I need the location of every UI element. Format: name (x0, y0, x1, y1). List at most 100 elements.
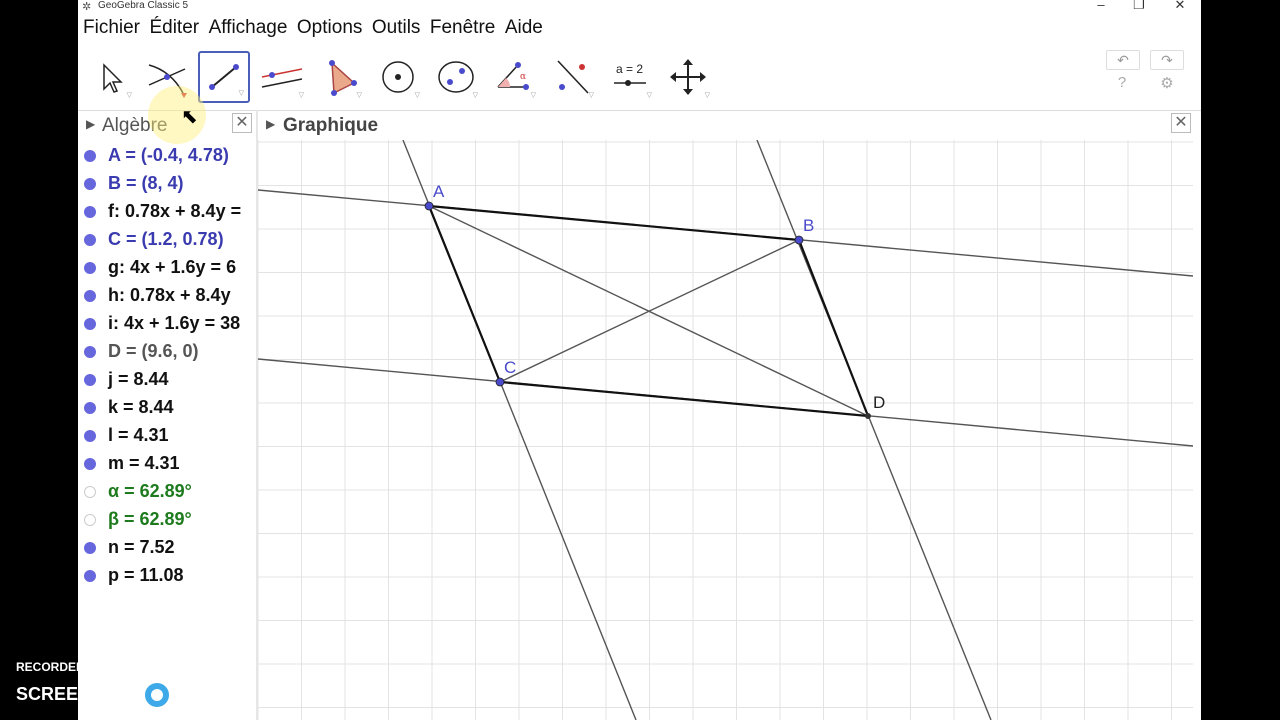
move-tool-button[interactable]: ▽ (84, 51, 136, 103)
visibility-toggle-icon[interactable] (84, 318, 96, 330)
algebra-item-text: A = (-0.4, 4.78) (108, 145, 229, 165)
redo-button[interactable]: ↷ (1150, 50, 1184, 70)
algebra-item[interactable]: k = 8.44 (78, 394, 256, 422)
reflect-tool-button[interactable]: ▽ (546, 51, 598, 103)
visibility-toggle-icon[interactable] (84, 430, 96, 442)
visibility-toggle-icon[interactable] (84, 570, 96, 582)
visibility-toggle-icon[interactable] (84, 514, 96, 526)
svg-text:α: α (520, 72, 526, 82)
collapse-caret-icon[interactable]: ▶ (86, 117, 95, 131)
graphics-close-button[interactable]: ✕ (1171, 113, 1191, 133)
slider-tool-button[interactable]: a = 2 ▽ (604, 51, 656, 103)
angle-tool-button[interactable]: α ▽ (488, 51, 540, 103)
title-bar: ✲ GeoGebra Classic 5 – ❐ ✕ (78, 0, 1201, 14)
menu-fichier[interactable]: Fichier (83, 17, 140, 39)
menu-options[interactable]: Options (297, 17, 362, 39)
line-i[interactable] (756, 140, 992, 720)
algebra-item[interactable]: α = 62.89° (78, 478, 256, 506)
polygon-tool-button[interactable]: ▽ (314, 51, 366, 103)
segment-cd[interactable] (499, 380, 869, 418)
app-logo-icon: ✲ (82, 1, 92, 13)
algebra-item[interactable]: D = (9.6, 0) (78, 338, 256, 366)
undo-button[interactable]: ↶ (1106, 50, 1140, 70)
visibility-toggle-icon[interactable] (84, 234, 96, 246)
move-graphics-tool-button[interactable]: ▽ (662, 51, 714, 103)
algebra-item-text: h: 0.78x + 8.4y (108, 285, 231, 305)
visibility-toggle-icon[interactable] (84, 262, 96, 274)
segment-tool-button[interactable]: ▽ (198, 51, 250, 103)
watermark-brand-b: MATIC (174, 683, 230, 704)
point-d[interactable] (865, 413, 871, 419)
visibility-toggle-icon[interactable] (84, 346, 96, 358)
visibility-toggle-icon[interactable] (84, 402, 96, 414)
watermark-line2: SCREENCAST MATIC (16, 680, 230, 710)
help-icon[interactable]: ? (1112, 74, 1132, 94)
visibility-toggle-icon[interactable] (84, 178, 96, 190)
geogebra-window: ✲ GeoGebra Classic 5 – ❐ ✕ Fichier Édite… (78, 0, 1201, 720)
point-a-label: A (433, 182, 445, 201)
algebra-item-text: B = (8, 4) (108, 173, 184, 193)
algebra-item[interactable]: i: 4x + 1.6y = 38 (78, 310, 256, 338)
grid (258, 140, 1193, 720)
algebra-item[interactable]: β = 62.89° (78, 506, 256, 534)
algebra-item[interactable]: h: 0.78x + 8.4y (78, 282, 256, 310)
algebra-item[interactable]: n = 7.52 (78, 534, 256, 562)
algebra-item-text: k = 8.44 (108, 397, 174, 417)
ellipse-tool-button[interactable]: ▽ (430, 51, 482, 103)
algebra-item-text: β = 62.89° (108, 509, 192, 529)
algebra-item-text: g: 4x + 1.6y = 6 (108, 257, 237, 277)
menu-affichage[interactable]: Affichage (209, 17, 288, 39)
algebra-close-button[interactable]: ✕ (232, 113, 252, 133)
menu-editer[interactable]: Éditer (149, 17, 199, 39)
visibility-toggle-icon[interactable] (84, 206, 96, 218)
algebra-item[interactable]: g: 4x + 1.6y = 6 (78, 254, 256, 282)
algebra-item[interactable]: A = (-0.4, 4.78) (78, 142, 256, 170)
graphics-caret-icon[interactable]: ▶ (266, 117, 275, 131)
algebra-item[interactable]: p = 11.08 (78, 562, 256, 590)
visibility-toggle-icon[interactable] (84, 150, 96, 162)
point-b[interactable] (794, 235, 804, 245)
algebra-item[interactable]: j = 8.44 (78, 366, 256, 394)
close-window-button[interactable]: ✕ (1165, 0, 1195, 13)
mouse-cursor-icon: ⬉ (181, 106, 198, 128)
watermark-line1: RECORDED WITH (16, 660, 119, 674)
slider-tool-label: a = 2 (616, 62, 643, 76)
visibility-toggle-icon[interactable] (84, 542, 96, 554)
algebra-item[interactable]: C = (1.2, 0.78) (78, 226, 256, 254)
screencast-logo-icon (142, 680, 173, 710)
graphics-canvas[interactable]: A B C D (258, 140, 1193, 720)
menu-fenetre[interactable]: Fenêtre (430, 17, 495, 39)
segment-ac[interactable] (427, 205, 502, 383)
graphics-svg[interactable]: A B C D (258, 140, 1193, 720)
algebra-item-text: l = 4.31 (108, 425, 169, 445)
point-c[interactable] (495, 377, 505, 387)
visibility-toggle-icon[interactable] (84, 374, 96, 386)
algebra-item-text: f: 0.78x + 8.4y = (108, 201, 242, 221)
visibility-toggle-icon[interactable] (84, 458, 96, 470)
toolbar: ▽ ▽ ▽ ▽ ▽ ▽ α ▽ ▽ a = 2 ▽ ▽ ↶ ↷ ? ⚙ (78, 48, 1201, 108)
visibility-toggle-icon[interactable] (84, 290, 96, 302)
menu-aide[interactable]: Aide (505, 17, 543, 39)
circle-tool-button[interactable]: ▽ (372, 51, 424, 103)
segment-ab[interactable] (428, 204, 800, 242)
restore-button[interactable]: ❐ (1124, 0, 1154, 13)
point-a[interactable] (424, 201, 434, 211)
screencast-watermark: RECORDED WITH SCREENCAST MATIC (16, 660, 230, 710)
algebra-item[interactable]: B = (8, 4) (78, 170, 256, 198)
visibility-toggle-icon[interactable] (84, 486, 96, 498)
algebra-item[interactable]: f: 0.78x + 8.4y = (78, 198, 256, 226)
point-b-label: B (803, 216, 814, 235)
algebra-item-text: C = (1.2, 0.78) (108, 229, 224, 249)
algebra-item-text: j = 8.44 (108, 369, 169, 389)
algebra-item-text: p = 11.08 (108, 565, 184, 585)
algebra-item-text: m = 4.31 (108, 453, 180, 473)
construction-lines (258, 140, 1193, 720)
algebra-item[interactable]: m = 4.31 (78, 450, 256, 478)
segment-bd[interactable] (797, 239, 870, 417)
settings-gear-icon[interactable]: ⚙ (1157, 74, 1177, 94)
algebra-item[interactable]: l = 4.31 (78, 422, 256, 450)
menu-outils[interactable]: Outils (372, 17, 421, 39)
minimize-button[interactable]: – (1086, 0, 1116, 12)
watermark-brand-a: SCREENCAST (16, 683, 141, 704)
parallel-line-tool-button[interactable]: ▽ (256, 51, 308, 103)
